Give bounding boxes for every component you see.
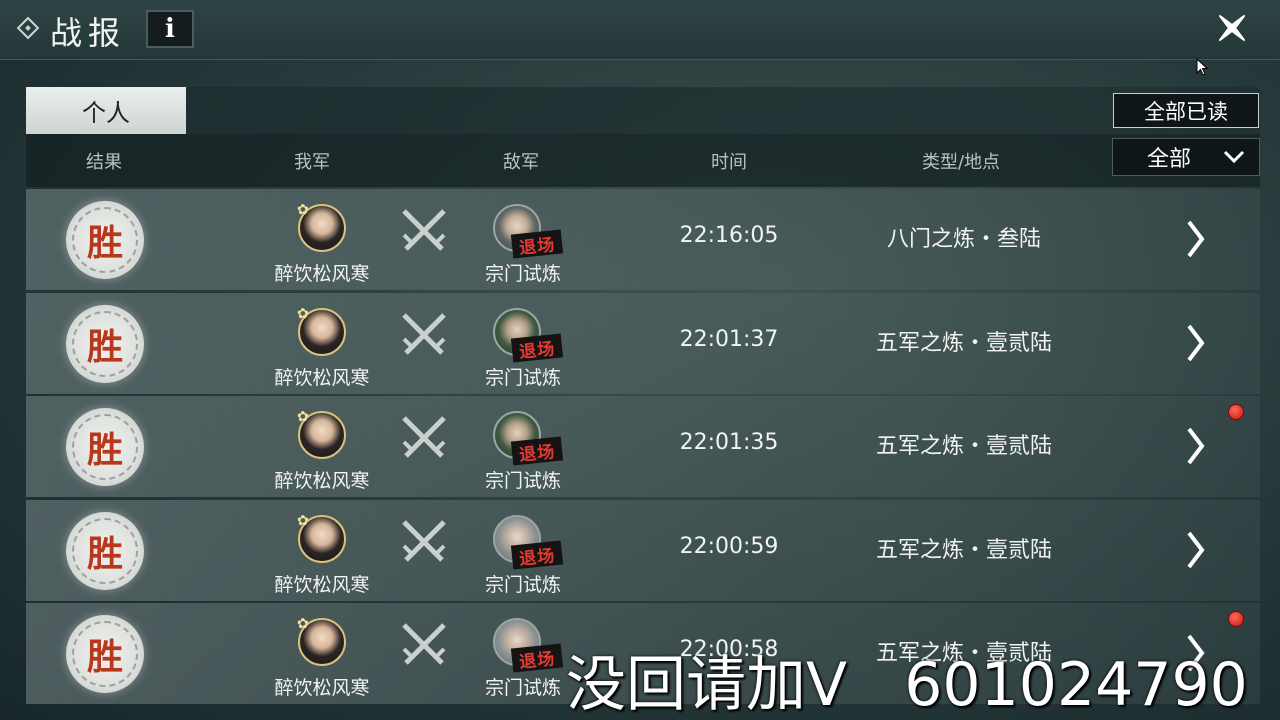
ally-name: 醉饮松风寒: [274, 366, 370, 389]
unread-dot: [1228, 404, 1244, 420]
column-header-type-place: 类型/地点: [921, 152, 1001, 173]
column-header-result: 结果: [86, 152, 122, 173]
star-icon: ✿: [297, 202, 309, 218]
battle-time: 22:01:35: [679, 430, 779, 455]
chevron-right-icon[interactable]: [1185, 323, 1207, 363]
star-icon: ✿: [297, 305, 309, 322]
retreat-stamp: 退场: [510, 643, 564, 673]
unread-dot: [1228, 611, 1244, 627]
page-title: 战报: [50, 14, 127, 52]
ally-name: 醉饮松风寒: [274, 263, 370, 285]
win-badge: 胜: [66, 408, 144, 486]
close-icon[interactable]: [1212, 8, 1252, 48]
report-list: 胜 ✿ 醉饮松风寒 退场 宗门试炼 22:16:05 八门之炼・叁陆 胜 ✿ 醉…: [26, 189, 1260, 707]
win-badge: 胜: [66, 304, 144, 383]
battle-type-place: 八门之炼・叁陆: [886, 227, 1042, 252]
battle-time: 22:01:37: [679, 326, 779, 352]
chevron-right-icon[interactable]: [1185, 219, 1207, 259]
mouse-cursor-icon: [1196, 57, 1209, 80]
battle-time: 22:00:59: [679, 533, 779, 559]
win-badge: 胜: [66, 201, 144, 279]
win-badge: 胜: [66, 511, 144, 590]
star-icon: ✿: [297, 409, 309, 425]
column-header-time: 时间: [711, 152, 747, 173]
column-header-enemy: 敌军: [503, 152, 539, 173]
enemy-name: 宗门试炼: [484, 677, 562, 699]
report-row[interactable]: 胜 ✿ 醉饮松风寒 退场 宗门试炼 22:01:35 五军之炼・壹贰陆: [26, 396, 1260, 497]
enemy-name: 宗门试炼: [484, 366, 562, 389]
retreat-stamp: 退场: [510, 332, 564, 363]
battle-report-panel: 个人 全部已读 结果 我军 敌军 时间 类型/地点 全部 胜 ✿ 醉饮松风寒 退…: [26, 87, 1260, 704]
info-button[interactable]: i: [146, 10, 194, 48]
star-icon: ✿: [297, 512, 309, 529]
battle-time: 22:16:05: [679, 223, 779, 248]
enemy-name: 宗门试炼: [484, 470, 562, 492]
win-badge: 胜: [66, 615, 144, 693]
ally-name: 醉饮松风寒: [274, 573, 370, 596]
diamond-icon: [16, 16, 40, 40]
crossed-swords-icon: [402, 209, 446, 251]
chevron-down-icon: [1223, 150, 1245, 164]
filter-selected: 全部: [1147, 147, 1192, 172]
retreat-stamp: 退场: [510, 229, 564, 259]
crossed-swords-icon: [402, 312, 446, 355]
report-row[interactable]: 胜 ✿ 醉饮松风寒 退场 宗门试炼 22:01:37 五军之炼・壹贰陆: [26, 292, 1260, 394]
retreat-stamp: 退场: [510, 539, 564, 570]
battle-type-place: 五军之炼・壹贰陆: [875, 434, 1053, 459]
report-row[interactable]: 胜 ✿ 醉饮松风寒 退场 宗门试炼 22:16:05 八门之炼・叁陆: [26, 189, 1260, 290]
crossed-swords-icon: [402, 519, 446, 562]
enemy-name: 宗门试炼: [484, 263, 562, 285]
title-bar: 战报 i: [0, 0, 1280, 76]
tab-personal[interactable]: 个人: [26, 87, 186, 134]
retreat-stamp: 退场: [510, 436, 564, 466]
ally-name: 醉饮松风寒: [274, 470, 370, 492]
filter-dropdown[interactable]: 全部: [1112, 138, 1260, 176]
overlay-watermark-text: 没回请加V 601024790: [566, 650, 1248, 720]
crossed-swords-icon: [402, 416, 446, 458]
chevron-right-icon[interactable]: [1185, 530, 1207, 570]
battle-type-place: 五军之炼・壹贰陆: [875, 537, 1053, 563]
table-header: 结果 我军 敌军 时间 类型/地点: [26, 134, 1260, 187]
mark-all-read-button[interactable]: 全部已读: [1113, 93, 1259, 128]
tab-bar: [186, 87, 1260, 134]
star-icon: ✿: [297, 616, 309, 632]
column-header-ally: 我军: [294, 152, 330, 173]
chevron-right-icon[interactable]: [1185, 426, 1207, 466]
report-row[interactable]: 胜 ✿ 醉饮松风寒 退场 宗门试炼 22:00:59 五军之炼・壹贰陆: [26, 499, 1260, 601]
ally-name: 醉饮松风寒: [274, 677, 370, 699]
enemy-name: 宗门试炼: [484, 573, 562, 596]
battle-type-place: 五军之炼・壹贰陆: [875, 330, 1053, 356]
crossed-swords-icon: [402, 623, 446, 665]
